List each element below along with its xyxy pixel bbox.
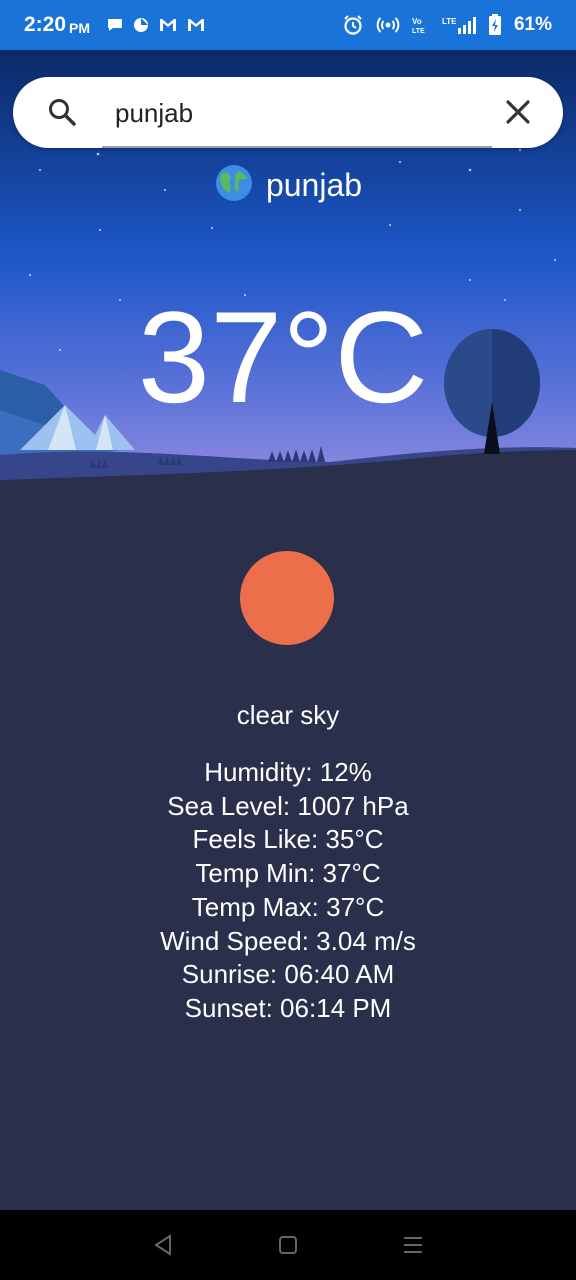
gmail-icon xyxy=(186,17,206,33)
location-header: punjab xyxy=(0,162,576,208)
alarm-icon xyxy=(342,14,364,36)
location-name: punjab xyxy=(265,166,363,203)
menu-icon[interactable] xyxy=(393,1225,433,1265)
weather-description: clear sky xyxy=(236,700,340,730)
wind-speed-detail: Wind Speed: 3.04 m/s xyxy=(160,925,416,956)
status-ampm: PM xyxy=(69,19,91,36)
search-input[interactable] xyxy=(102,91,487,135)
home-icon[interactable] xyxy=(268,1225,308,1265)
system-navigation-bar xyxy=(0,1210,576,1280)
globe-icon xyxy=(214,163,254,208)
back-icon[interactable] xyxy=(143,1225,183,1265)
status-time: 2:20 xyxy=(24,13,67,36)
battery-percent: 61% xyxy=(513,14,552,35)
search-bar xyxy=(13,77,563,148)
sunrise-detail: Sunrise: 06:40 AM xyxy=(181,959,395,990)
sea-level-detail: Sea Level: 1007 hPa xyxy=(167,790,409,821)
search-input-underline xyxy=(102,146,492,148)
volte-icon: Vo LTE xyxy=(412,15,430,35)
temp-max-detail: Temp Max: 37°C xyxy=(191,891,385,922)
sunset-detail: Sunset: 06:14 PM xyxy=(184,992,392,1023)
close-icon[interactable] xyxy=(503,97,533,132)
notification-icons xyxy=(106,16,206,34)
sun-icon xyxy=(240,551,334,645)
chat-icon xyxy=(106,16,124,34)
search-icon[interactable] xyxy=(47,97,77,132)
signal-icon: LTE xyxy=(442,15,476,35)
svg-text:Vo: Vo xyxy=(412,17,422,26)
weather-details: Humidity: 12% Sea Level: 1007 hPa Feels … xyxy=(0,756,576,1026)
svg-text:LTE: LTE xyxy=(412,28,425,35)
current-temperature: 37°C xyxy=(137,284,429,430)
weather-app-screen: 2:20 PM Vo LTE LTE 61% punjab punjab 37°… xyxy=(0,0,576,1280)
humidity-detail: Humidity: 12% xyxy=(204,757,372,787)
status-bar: 2:20 PM Vo LTE LTE 61% xyxy=(0,0,576,50)
system-icons: Vo LTE LTE 61% xyxy=(342,14,552,36)
battery-icon xyxy=(488,14,502,36)
svg-text:LTE: LTE xyxy=(442,17,457,26)
app-icon xyxy=(132,16,150,34)
temp-min-detail: Temp Min: 37°C xyxy=(195,858,381,889)
feels-like-detail: Feels Like: 35°C xyxy=(192,824,384,855)
hotspot-icon xyxy=(376,14,400,36)
gmail-icon xyxy=(158,17,178,33)
